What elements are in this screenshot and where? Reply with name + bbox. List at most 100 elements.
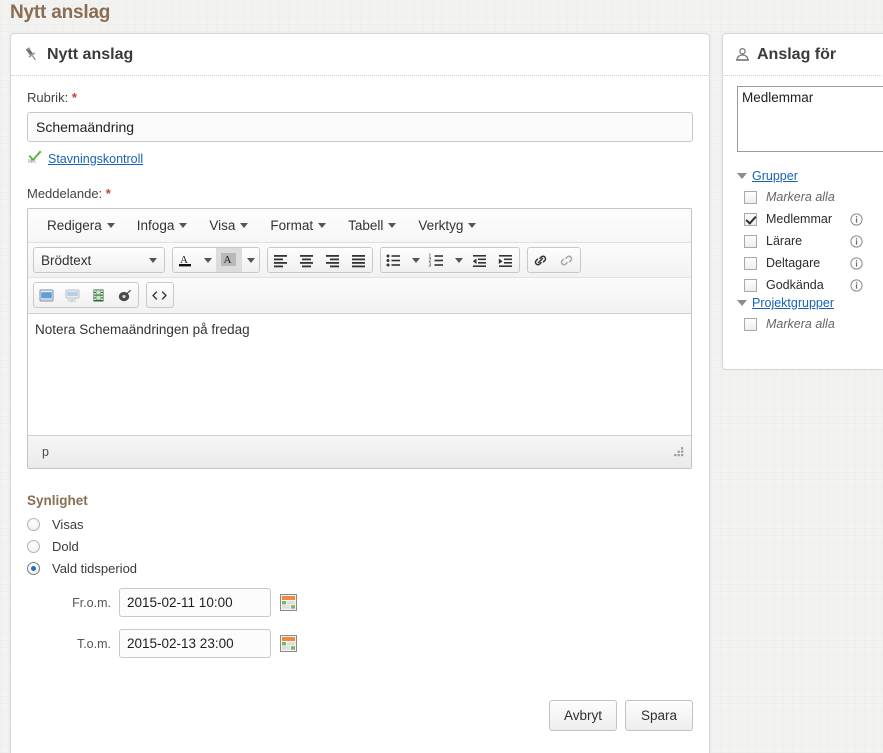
radio-visas-input[interactable] [27, 518, 40, 531]
numbered-list-icon[interactable]: 1 2 3 [424, 248, 450, 272]
side-panel-header: Anslag för [723, 34, 883, 76]
text-color-icon[interactable]: A [173, 248, 199, 272]
chevron-down-icon [318, 223, 327, 228]
align-center-icon[interactable] [294, 248, 320, 272]
menu-verktyg[interactable]: Verktyg [407, 214, 487, 237]
radio-vald-tidsperiod[interactable]: Vald tidsperiod [27, 561, 693, 576]
menu-tabell-label: Tabell [348, 218, 384, 233]
background-color-icon[interactable]: A [216, 248, 242, 272]
save-button[interactable]: Spara [625, 700, 693, 731]
checkbox-godkanda[interactable] [744, 278, 757, 292]
menu-infoga[interactable]: Infoga [126, 214, 199, 237]
style-select-group: Brödtext [33, 247, 165, 273]
chevron-down-icon [454, 257, 463, 263]
editor-toolbar-row-2: ABC [28, 278, 691, 314]
rubrik-label: Rubrik: * [27, 90, 693, 105]
menu-verktyg-label: Verktyg [418, 218, 464, 233]
info-icon[interactable] [850, 212, 871, 226]
tree-item-godkanda[interactable]: Godkända [737, 274, 883, 296]
radio-dold-label: Dold [52, 539, 79, 554]
insert-image-icon[interactable] [34, 283, 60, 307]
chevron-down-icon [737, 300, 747, 306]
color-group: A A [172, 247, 260, 273]
tree-item-deltagare[interactable]: Deltagare [737, 252, 883, 274]
chevron-down-icon [388, 223, 397, 228]
editor-menubar: Redigera Infoga Visa Format Tabell Verkt… [28, 209, 691, 243]
rubrik-input[interactable] [27, 112, 693, 142]
source-code-icon[interactable] [147, 283, 173, 307]
info-icon[interactable] [850, 234, 871, 248]
radio-dold-input[interactable] [27, 540, 40, 553]
to-date-input[interactable] [119, 629, 271, 658]
checkbox-markera-alla-grupper[interactable] [744, 190, 757, 204]
tree-group-projektgrupper[interactable]: Projektgrupper [737, 296, 883, 310]
spellcheck-link[interactable]: Stavningskontroll [48, 152, 143, 166]
editor-content-text: Notera Schemaändringen på fredag [35, 322, 250, 337]
svg-text:A: A [224, 254, 232, 266]
tree-item-medlemmar[interactable]: Medlemmar [737, 208, 883, 230]
from-date-row: Fr.o.m. [59, 588, 693, 617]
tree-item-markera-alla-projektgrupper[interactable]: Markera alla [737, 313, 883, 335]
tree-item-markera-alla-grupper-label: Markera alla [766, 190, 835, 204]
svg-text:ABC: ABC [68, 298, 77, 303]
insert-audio-icon[interactable] [112, 283, 138, 307]
style-select[interactable]: Brödtext [34, 248, 164, 272]
info-icon[interactable] [850, 278, 871, 292]
spellcheck-toggle-icon[interactable]: ABC [60, 283, 86, 307]
outdent-icon[interactable] [467, 248, 493, 272]
editor-content-area[interactable]: Notera Schemaändringen på fredag [28, 314, 691, 436]
chevron-down-icon [411, 257, 420, 263]
tree-item-medlemmar-label: Medlemmar [766, 212, 832, 226]
info-icon[interactable] [850, 256, 871, 270]
calendar-icon[interactable] [271, 594, 297, 611]
page-title: Nytt anslag [10, 2, 111, 23]
checkbox-markera-alla-projektgrupper[interactable] [744, 317, 757, 331]
menu-redigera[interactable]: Redigera [36, 214, 126, 237]
radio-visas[interactable]: Visas [27, 517, 693, 532]
insert-media-icon[interactable] [86, 283, 112, 307]
align-justify-icon[interactable] [346, 248, 372, 272]
menu-tabell[interactable]: Tabell [337, 214, 407, 237]
chevron-down-icon [106, 223, 115, 228]
resize-grip-icon[interactable] [671, 444, 687, 461]
background-color-dropdown[interactable] [242, 248, 259, 272]
pin-icon [23, 46, 40, 63]
new-announcement-panel: Nytt anslag Rubrik: * abc Stavningskontr… [10, 33, 710, 753]
menu-visa[interactable]: Visa [198, 214, 259, 237]
meddelande-label: Meddelande: * [27, 186, 693, 201]
tree-item-markera-alla-projektgrupper-label: Markera alla [766, 317, 835, 331]
form-footer-buttons: Avbryt Spara [548, 700, 693, 731]
recipients-textarea[interactable] [737, 86, 883, 152]
menu-visa-label: Visa [209, 218, 236, 233]
checkbox-medlemmar[interactable] [744, 212, 757, 226]
numbered-list-dropdown[interactable] [450, 248, 467, 272]
groups-tree: Grupper Markera alla Medlemmar Lärare De… [737, 169, 883, 335]
cancel-button[interactable]: Avbryt [548, 700, 617, 731]
radio-vald-tidsperiod-input[interactable] [27, 562, 40, 575]
bullet-list-icon[interactable] [381, 248, 407, 272]
indent-icon[interactable] [493, 248, 519, 272]
unlink-icon[interactable] [554, 248, 580, 272]
align-right-icon[interactable] [320, 248, 346, 272]
style-select-value: Brödtext [41, 252, 92, 268]
text-color-dropdown[interactable] [199, 248, 216, 272]
tree-group-grupper[interactable]: Grupper [737, 169, 883, 183]
calendar-icon[interactable] [271, 635, 297, 652]
align-left-icon[interactable] [268, 248, 294, 272]
from-date-input[interactable] [119, 588, 271, 617]
checkbox-deltagare[interactable] [744, 256, 757, 270]
chevron-down-icon [240, 223, 249, 228]
spellcheck-icon: abc [27, 149, 48, 168]
rubrik-label-text: Rubrik: [27, 90, 69, 105]
menu-format[interactable]: Format [259, 214, 337, 237]
tree-item-markera-alla-grupper[interactable]: Markera alla [737, 186, 883, 208]
checkbox-larare[interactable] [744, 234, 757, 248]
user-icon [735, 47, 750, 62]
radio-dold[interactable]: Dold [27, 539, 693, 554]
tree-item-larare[interactable]: Lärare [737, 230, 883, 252]
align-group [267, 247, 373, 273]
source-group [146, 282, 174, 308]
editor-statusbar: p [28, 436, 691, 468]
bullet-list-dropdown[interactable] [407, 248, 424, 272]
link-icon[interactable] [528, 248, 554, 272]
